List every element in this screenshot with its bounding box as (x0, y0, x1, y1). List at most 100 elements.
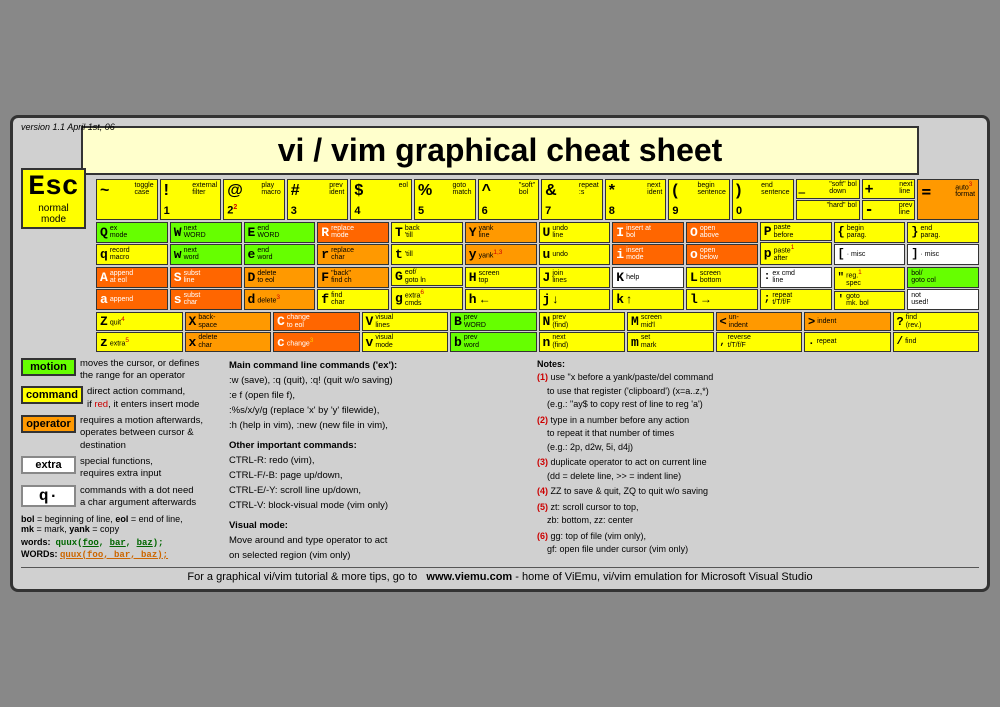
main-container: version 1.1 April 1st, 06 vi / vim graph… (10, 115, 990, 592)
key-d: Ddeleteto eol ddelete3 (244, 267, 316, 310)
command-box: command (21, 386, 83, 404)
key-caret: ^ "soft"bol 6 (478, 179, 540, 220)
note-4: (4) ZZ to save & quit, ZQ to quit w/o sa… (537, 485, 979, 499)
extra-desc: special functions,requires extra input (80, 456, 161, 481)
footer-suffix: - home of ViEmu, vi/vim emulation for Mi… (515, 571, 812, 583)
key-hash: # prevident 3 (287, 179, 349, 220)
key-exclaim: ! externalfilter 1 (160, 179, 222, 220)
key-tilde: ~ togglecase (96, 179, 158, 220)
main-commands-section: Main command line commands ('ex'): :w (s… (229, 358, 529, 563)
key-question: ?find(rev.) /find (893, 312, 980, 352)
legend-motion: motion moves the cursor, or definesthe r… (21, 358, 221, 383)
legend-extra: extra special functions,requires extra i… (21, 456, 221, 481)
command-desc: direct action command,if red, it enters … (87, 386, 199, 411)
main-title: vi / vim graphical cheat sheet (83, 132, 917, 169)
key-q: Qexmode qrecordmacro (96, 222, 168, 265)
note-1: (1) use "x before a yank/paste/del comma… (537, 371, 979, 412)
key-t: Tback'till t'till (391, 222, 463, 265)
key-o: Oopenabove oopenbelow (686, 222, 758, 265)
key-plus: + nextline (862, 179, 916, 199)
key-gt: >indent .repeat (804, 312, 891, 352)
version-info: version 1.1 April 1st, 06 (21, 122, 115, 134)
dot-box: q· (21, 485, 76, 507)
zxcv-row: Zquit4 zextra5 Xback-space xdeletechar C… (96, 312, 979, 352)
key-x: Xback-space xdeletechar (185, 312, 272, 352)
key-p: Ppastebefore ppaste1after (760, 222, 832, 265)
key-i: Iinsert atbol iinsertmode (612, 222, 684, 265)
key-b: BprevWORD bprevword (450, 312, 537, 352)
motion-desc: moves the cursor, or definesthe range fo… (80, 358, 199, 383)
main-cmd-lines: :w (save), :q (quit), :q! (quit w/o savi… (229, 373, 529, 434)
esc-key: Esc normalmode (21, 168, 86, 229)
dot-desc: commands with a dot needa char argument … (80, 485, 196, 510)
key-lt: <un-indent ,reverset/T/f/F (716, 312, 803, 352)
other-cmd-lines: CTRL-R: redo (vim), CTRL-F/-B: page up/d… (229, 453, 529, 514)
key-at: @ playmacro 22 (223, 179, 285, 220)
operator-box: operator (21, 415, 76, 433)
key-j: Jjoinlines j↓ (539, 267, 611, 310)
key-h: Hscreentop h← (465, 267, 537, 310)
key-hardbol: "hard" bol (796, 200, 860, 220)
key-braces: {beginparag. [· misc (834, 222, 906, 265)
legend-dot: q· commands with a dot needa char argume… (21, 485, 221, 510)
key-y: Yyankline yyank1,3 (465, 222, 537, 265)
legend-operator: operator requires a motion afterwards,op… (21, 415, 221, 452)
bol-line: bol = beginning of line, eol = end of li… (21, 514, 221, 534)
motion-box: motion (21, 358, 76, 376)
key-n: Nprev(find) nnext(find) (539, 312, 626, 352)
footer-website: www.viemu.com (426, 571, 512, 583)
legend-command: command direct action command,if red, it… (21, 386, 221, 411)
key-colon: :ex cmdline ;repeatt/T/f/F (760, 267, 832, 310)
legend-section: motion moves the cursor, or definesthe r… (21, 358, 221, 563)
qwerty-row: Qexmode qrecordmacro WnextWORD wnextword… (96, 222, 979, 265)
key-dollar: $ eol 4 (350, 179, 412, 220)
key-softbol: _ "soft" boldown (796, 179, 860, 199)
key-k: Khelp k↑ (612, 267, 684, 310)
key-l: Lscreenbottom l→ (686, 267, 758, 310)
title-box: vi / vim graphical cheat sheet (81, 126, 919, 175)
note-5: (5) zt: scroll cursor to top, zb: bottom… (537, 501, 979, 528)
key-w: WnextWORD wnextword (170, 222, 242, 265)
num-row: ~ togglecase ! externalfilter 1 @ playma… (96, 179, 979, 220)
key-e: EendWORD eendword (244, 222, 316, 265)
key-r: Rreplacemode rreplacechar (317, 222, 389, 265)
footer: For a graphical vi/vim tutorial & more t… (21, 567, 979, 583)
key-percent: % gotomatch 5 (414, 179, 476, 220)
key-c: Cchangeto eol cchange3 (273, 312, 360, 352)
esc-sub: normalmode (25, 203, 82, 225)
words-line: words: quux(foo, bar, baz); (21, 537, 221, 548)
key-rbraces: }endparag. ]· misc (907, 222, 979, 265)
key-m: Mscreenmid'l msetmark (627, 312, 714, 352)
key-f: F"back"find ch ffindchar (317, 267, 389, 310)
notes-title: Notes: (537, 358, 979, 372)
key-g: Geof/goto ln gextra6cmds (391, 267, 463, 310)
visual-title: Visual mode: (229, 518, 529, 533)
note-2: (2) type in a number before any action t… (537, 414, 979, 455)
main-cmd-title: Main command line commands ('ex'): (229, 358, 529, 373)
key-v: Vvisuallines vvisualmode (362, 312, 449, 352)
visual-lines: Move around and type operator to act on … (229, 533, 529, 563)
key-equals: = auto3format (917, 179, 979, 220)
key-amp: & repeat:s 7 (541, 179, 603, 220)
note-6: (6) gg: top of file (vim only), gf: open… (537, 530, 979, 557)
key-u: Uundoline uundo (539, 222, 611, 265)
key-minus: - prevline (862, 200, 916, 220)
other-cmd-title: Other important commands: (229, 438, 529, 453)
key-quote: "reg.1spec 'gotomk. bol (834, 267, 906, 310)
key-star: * nextident 8 (605, 179, 667, 220)
key-a: Aappendat eol aappend (96, 267, 168, 310)
key-bolgoto: bol/goto col notused! (907, 267, 979, 310)
notes-section: Notes: (1) use "x before a yank/paste/de… (537, 358, 979, 563)
key-lparen: ( beginsentence 9 (668, 179, 730, 220)
WORDS-line: WORDs: quux(foo, bar, baz); (21, 549, 221, 560)
extra-box: extra (21, 456, 76, 474)
bottom-section: motion moves the cursor, or definesthe r… (21, 358, 979, 563)
note-3: (3) duplicate operator to act on current… (537, 456, 979, 483)
footer-text: For a graphical vi/vim tutorial & more t… (187, 571, 417, 583)
operator-desc: requires a motion afterwards,operates be… (80, 415, 203, 452)
key-s: Ssubstline ssubstchar (170, 267, 242, 310)
esc-label: Esc (25, 172, 82, 203)
key-z: Zquit4 zextra5 (96, 312, 183, 352)
key-rparen: ) endsentence 0 (732, 179, 794, 220)
asdf-row: Aappendat eol aappend Ssubstline ssubstc… (96, 267, 979, 310)
